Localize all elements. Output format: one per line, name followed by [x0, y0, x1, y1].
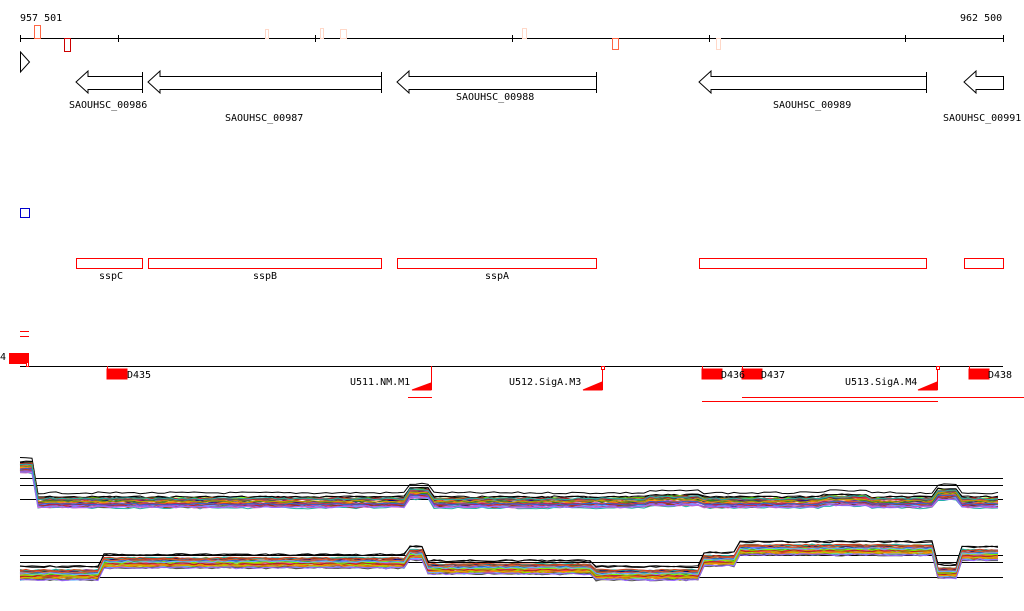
segment-label: D438 [988, 370, 1013, 381]
segment-label: D435 [127, 370, 152, 381]
annotation-track [76, 258, 1004, 269]
marker[interactable] [612, 38, 619, 50]
marker[interactable] [716, 38, 721, 50]
gene-track [75, 69, 1004, 95]
annotation-box[interactable] [699, 258, 927, 269]
marker[interactable] [64, 38, 71, 52]
promoter-triangle[interactable] [582, 381, 603, 391]
gene-label[interactable]: SAOUHSC_00989 [773, 100, 851, 111]
annotation-box[interactable] [76, 258, 143, 269]
annotation-label: sspC [99, 271, 124, 282]
segment-label: 34 [0, 352, 7, 363]
equals-icon[interactable] [20, 331, 29, 337]
segment-block[interactable] [106, 368, 128, 380]
gene-arrow-00988[interactable] [396, 69, 597, 95]
ruler [20, 35, 1004, 42]
annotation-box[interactable] [397, 258, 597, 269]
promoter-triangle[interactable] [917, 381, 938, 391]
strand-toggle-icon[interactable] [20, 50, 31, 74]
gene-label[interactable]: SAOUHSC_00991 [943, 113, 1021, 124]
gene-arrow-00986[interactable] [75, 69, 143, 95]
segment-label: U513.SigA.M4 [845, 377, 918, 388]
marker[interactable] [340, 29, 347, 39]
gene-arrow-00989[interactable] [698, 69, 927, 95]
segment-label: U512.SigA.M3 [509, 377, 582, 388]
annotation-box[interactable] [148, 258, 382, 269]
annotation-label: sspA [485, 271, 510, 282]
expression-tracks [19, 457, 1003, 582]
annotation-label: sspB [253, 271, 278, 282]
segment-block[interactable] [968, 368, 990, 380]
gene-label[interactable]: SAOUHSC_00988 [456, 92, 534, 103]
marker[interactable] [320, 28, 324, 39]
gene-arrow-00987[interactable] [147, 69, 382, 95]
segment-block[interactable] [701, 368, 723, 380]
marker[interactable] [34, 25, 41, 39]
segment-label: D436 [721, 370, 746, 381]
segment-label: D437 [761, 370, 786, 381]
gene-label[interactable]: SAOUHSC_00987 [225, 113, 303, 124]
gene-arrow-00991[interactable] [963, 69, 1004, 95]
annotation-box[interactable] [964, 258, 1004, 269]
gene-label[interactable]: SAOUHSC_00986 [69, 100, 147, 111]
segment-label: U511.NM.M1 [350, 377, 411, 388]
expression-line [19, 457, 999, 495]
promoter-triangle[interactable] [411, 382, 432, 391]
marker[interactable] [265, 29, 269, 39]
marker[interactable] [522, 28, 527, 39]
track-toggle-icon[interactable] [20, 208, 30, 218]
